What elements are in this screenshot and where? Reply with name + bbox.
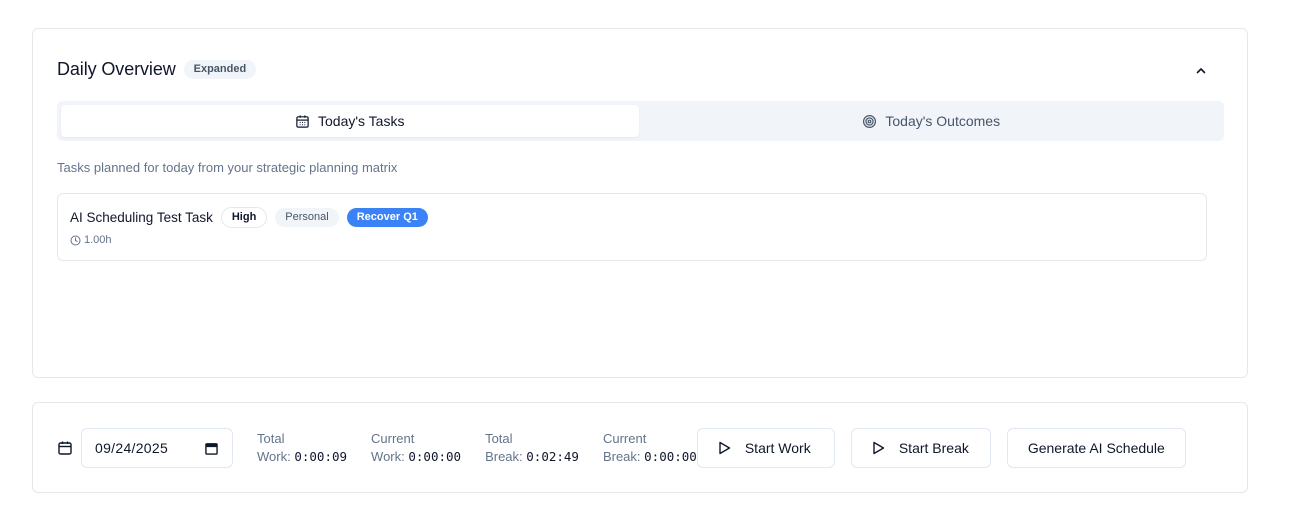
task-card[interactable]: AI Scheduling Test Task High Personal Re… xyxy=(57,193,1207,261)
stat-label: Work: xyxy=(257,449,291,464)
daily-overview-card: Daily Overview Expanded Today's Tasks To… xyxy=(32,28,1248,378)
stat-value: 0:02:49 xyxy=(526,449,579,464)
stat-total-work: Total Work: 0:00:09 xyxy=(257,430,347,466)
overview-header: Daily Overview Expanded xyxy=(57,59,257,80)
collapse-button[interactable] xyxy=(1191,61,1211,81)
start-work-button[interactable]: Start Work xyxy=(696,428,835,468)
stat-current-work: Current Work: 0:00:00 xyxy=(371,430,461,466)
date-input[interactable]: 09/24/2025 xyxy=(81,428,233,468)
tab-label: Today's Outcomes xyxy=(885,113,1001,129)
generate-label: Generate AI Schedule xyxy=(1027,440,1165,456)
generate-ai-schedule-button[interactable]: Generate AI Schedule xyxy=(1006,428,1186,468)
time-tracker-card: 09/24/2025 Total Work: 0:00:09 Current W… xyxy=(32,402,1248,493)
stat-label: Break: xyxy=(485,449,523,464)
stat-label: Total xyxy=(485,431,513,446)
calendar-picker-icon[interactable] xyxy=(205,442,218,455)
start-work-label: Start Work xyxy=(744,440,811,456)
start-break-button[interactable]: Start Break xyxy=(850,428,991,468)
goal-badge: Recover Q1 xyxy=(346,208,428,227)
tasks-description: Tasks planned for today from your strate… xyxy=(57,160,398,175)
task-header-row: AI Scheduling Test Task High Personal Re… xyxy=(70,207,1194,228)
play-icon xyxy=(873,441,885,455)
stat-label: Work: xyxy=(371,449,405,464)
stat-label: Current xyxy=(371,431,415,446)
task-title: AI Scheduling Test Task xyxy=(70,210,213,225)
stat-value: 0:00:09 xyxy=(294,449,348,464)
tab-todays-outcomes[interactable]: Today's Outcomes xyxy=(643,105,1221,137)
priority-badge: High xyxy=(220,207,268,228)
tracker-row: 09/24/2025 Total Work: 0:00:09 Current W… xyxy=(57,428,1231,468)
stat-current-break: Current Break: 0:00:00 xyxy=(603,430,697,466)
chevron-up-icon xyxy=(1196,68,1206,74)
expanded-badge: Expanded xyxy=(183,60,257,79)
calendar-icon xyxy=(58,441,72,455)
overview-title: Daily Overview xyxy=(57,59,176,79)
stat-value: 0:00:00 xyxy=(408,449,462,464)
task-meta: 1.00h xyxy=(70,234,1194,246)
overview-tabs: Today's Tasks Today's Outcomes xyxy=(57,101,1224,141)
stat-value: 0:00:00 xyxy=(644,449,697,464)
stat-label: Break: xyxy=(602,449,641,464)
stat-total-break: Total Break: 0:02:49 xyxy=(485,430,579,466)
play-icon xyxy=(719,441,731,455)
task-duration: 1.00h xyxy=(84,234,112,246)
tab-todays-tasks[interactable]: Today's Tasks xyxy=(61,105,639,137)
tab-label: Today's Tasks xyxy=(318,113,405,129)
target-icon xyxy=(863,114,877,128)
calendar-icon xyxy=(296,114,309,128)
start-break-label: Start Break xyxy=(898,440,969,456)
stat-label: Total xyxy=(257,431,285,446)
date-value: 09/24/2025 xyxy=(95,440,169,456)
clock-icon xyxy=(70,235,81,245)
stat-label: Current xyxy=(602,431,647,446)
category-badge: Personal xyxy=(275,208,339,227)
